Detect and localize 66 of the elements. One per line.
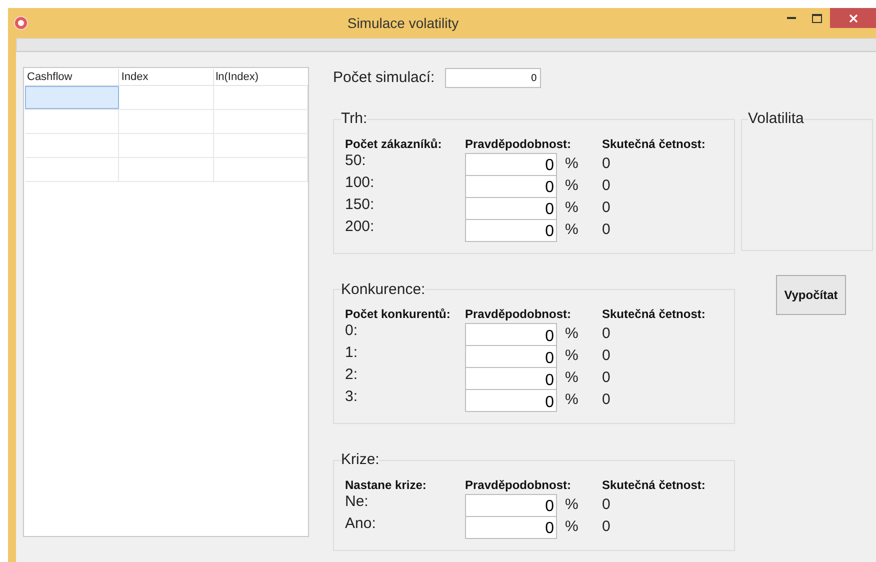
frequency-value: 0: [602, 516, 612, 537]
percent-label: %: [564, 220, 580, 240]
minimize-icon: [786, 17, 796, 19]
frequency-value: 0: [602, 154, 612, 174]
row-label: 150:: [345, 194, 376, 215]
frequency-value: 0: [602, 324, 612, 344]
probability-field[interactable]: 0: [465, 516, 557, 538]
row-label: 3:: [345, 387, 359, 408]
row-label: 1:: [345, 343, 359, 364]
group-title: Krize:: [341, 450, 380, 470]
probability-field[interactable]: 0: [465, 494, 557, 516]
column-header: Skutečná četnost:: [602, 476, 706, 494]
group-title: Konkurence:: [341, 280, 426, 300]
column-header[interactable]: ln(Index): [214, 69, 308, 85]
percent-label: %: [564, 494, 580, 515]
row-label: 0:: [345, 321, 359, 342]
row-label: 2:: [345, 365, 359, 386]
percent-label: %: [564, 324, 580, 344]
percent-label: %: [564, 198, 580, 218]
column-header: Pravděpodobnost:: [465, 476, 572, 494]
column-header: Pravděpodobnost:: [465, 306, 572, 323]
column-header: Pravděpodobnost:: [465, 136, 572, 152]
probability-field[interactable]: 0: [465, 389, 557, 412]
probability-field[interactable]: 0: [465, 367, 557, 390]
row-label: Ano:: [345, 514, 377, 534]
group-title: Volatilita: [748, 109, 804, 129]
percent-label: %: [564, 516, 580, 537]
simulations-label: Počet simulací:: [333, 68, 435, 88]
percent-label: %: [564, 176, 580, 196]
column-header: Skutečná četnost:: [602, 136, 706, 152]
frequency-value: 0: [602, 198, 612, 218]
probability-field[interactable]: 0: [465, 345, 557, 368]
probability-field[interactable]: 0: [465, 218, 557, 242]
window-title: Simulace volatility: [346, 14, 460, 33]
probability-field[interactable]: 0: [465, 196, 557, 220]
row-label: 100:: [345, 172, 376, 193]
row-label: 200:: [345, 216, 376, 237]
column-header: Počet zákazníků:: [345, 136, 443, 152]
simulations-field[interactable]: 0: [444, 68, 541, 88]
table-cell[interactable]: [25, 86, 120, 109]
percent-label: %: [564, 368, 580, 388]
probability-field[interactable]: 0: [465, 174, 557, 198]
app-icon: [14, 16, 28, 30]
percent-label: %: [564, 390, 580, 410]
close-button[interactable]: [830, 8, 876, 28]
column-header: Nastane krize:: [345, 476, 428, 494]
frequency-value: 0: [602, 346, 612, 366]
percent-label: %: [564, 154, 580, 174]
group-title: Trh:: [341, 109, 368, 129]
row-label: 50:: [345, 150, 367, 171]
frequency-value: 0: [602, 494, 612, 515]
calculate-button[interactable]: Vypočítat: [776, 275, 846, 315]
frequency-value: 0: [602, 368, 612, 388]
column-header: Počet konkurentů:: [345, 306, 452, 323]
row-label: Ne:: [345, 492, 370, 512]
frequency-value: 0: [602, 220, 612, 240]
frequency-value: 0: [602, 176, 612, 196]
maximize-icon: [812, 14, 822, 22]
column-header: Skutečná četnost:: [602, 306, 706, 323]
column-header[interactable]: Index: [119, 69, 214, 85]
probability-field[interactable]: 0: [465, 323, 557, 346]
probability-field[interactable]: 0: [465, 152, 557, 176]
column-header[interactable]: Cashflow: [25, 69, 120, 85]
close-icon: [848, 14, 858, 22]
percent-label: %: [564, 346, 580, 366]
frequency-value: 0: [602, 390, 612, 410]
